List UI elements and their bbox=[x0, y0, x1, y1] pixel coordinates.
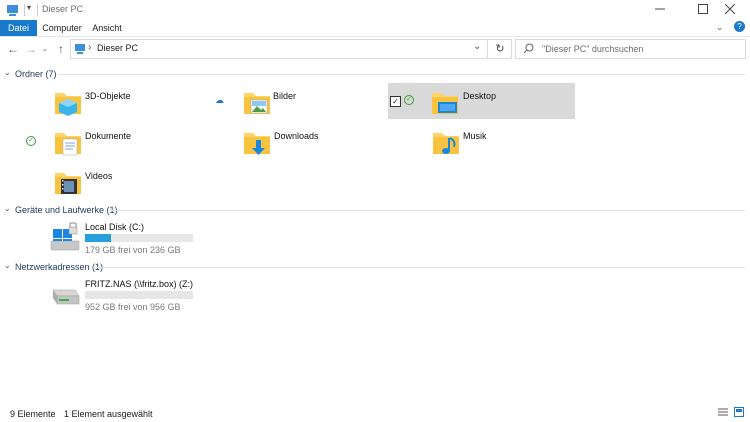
group-header-label: Geräte und Laufwerke (1) bbox=[15, 205, 118, 215]
up-arrow-icon[interactable]: ↑ bbox=[54, 41, 68, 57]
navigation-bar: ← → ⌄ ↑ › Dieser PC ⌄ ↻ "Dieser PC" durc… bbox=[0, 37, 750, 61]
folder-label: Bilder bbox=[273, 91, 297, 101]
music-folder-icon bbox=[431, 127, 461, 160]
downloads-folder-icon bbox=[242, 127, 272, 160]
network-drive-icon bbox=[49, 282, 81, 313]
tab-datei[interactable]: Datei bbox=[0, 20, 37, 36]
drive-free-space: 952 GB frei von 956 GB bbox=[85, 302, 181, 312]
folder-desktop[interactable]: ✓ ✓ Desktop bbox=[388, 83, 575, 119]
tiles-view-icon[interactable] bbox=[734, 407, 744, 419]
drive-local-disk-c[interactable]: Local Disk (C:) 179 GB frei von 236 GB bbox=[49, 219, 199, 255]
drive-label: Local Disk (C:) bbox=[85, 222, 145, 232]
item-count: 9 Elemente bbox=[10, 409, 56, 419]
checkbox-icon[interactable]: ✓ bbox=[390, 96, 401, 107]
sync-check-icon: ✓ bbox=[404, 95, 414, 105]
collapse-chevron-icon[interactable]: ⌄ bbox=[4, 261, 11, 270]
ribbon-tabs: Datei Computer Ansicht ⌄ ? bbox=[0, 20, 750, 37]
folder-dokumente[interactable]: ✓ Dokumente bbox=[24, 123, 234, 159]
close-button[interactable] bbox=[710, 0, 750, 20]
group-header-network[interactable]: ⌄ Netzwerkadressen (1) bbox=[0, 260, 745, 274]
folder-label: Downloads bbox=[274, 131, 319, 141]
folder-label: 3D-Objekte bbox=[85, 91, 131, 101]
minimize-icon bbox=[655, 8, 665, 10]
search-icon bbox=[523, 43, 534, 57]
collapse-chevron-icon[interactable]: ⌄ bbox=[4, 68, 11, 77]
address-dropdown-icon[interactable]: ⌄ bbox=[473, 41, 481, 52]
recent-dropdown-icon[interactable]: ⌄ bbox=[38, 41, 52, 57]
refresh-button[interactable]: ↻ bbox=[487, 40, 512, 58]
desktop-folder-icon bbox=[430, 87, 460, 120]
group-header-label: Ordner (7) bbox=[15, 69, 57, 79]
search-input[interactable]: "Dieser PC" durchsuchen bbox=[542, 44, 643, 54]
app-icon[interactable] bbox=[6, 3, 20, 17]
folder-videos[interactable]: Videos bbox=[51, 163, 238, 199]
drive-free-space: 179 GB frei von 236 GB bbox=[85, 245, 181, 255]
sync-check-icon: ✓ bbox=[26, 136, 36, 146]
close-icon bbox=[724, 3, 736, 15]
collapse-chevron-icon[interactable]: ⌄ bbox=[4, 204, 11, 213]
address-bar[interactable]: › Dieser PC ⌄ ↻ bbox=[70, 39, 512, 59]
group-header-folders[interactable]: ⌄ Ordner (7) bbox=[0, 67, 745, 81]
folder-label: Videos bbox=[85, 171, 113, 181]
status-bar: 9 Elemente 1 Element ausgewählt bbox=[0, 402, 750, 422]
folder-3d-objekte[interactable]: 3D-Objekte bbox=[51, 83, 238, 119]
videos-folder-icon bbox=[53, 167, 83, 200]
title-bar: ▾ Dieser PC bbox=[0, 0, 750, 20]
folder-label: Desktop bbox=[463, 91, 497, 101]
folder-musik[interactable]: Musik bbox=[429, 123, 599, 159]
breadcrumb-chevron-icon[interactable]: › bbox=[88, 42, 91, 53]
back-arrow-icon[interactable]: ← bbox=[6, 41, 20, 57]
folder-label: Musik bbox=[463, 131, 487, 141]
drive-usage-bar bbox=[85, 234, 193, 242]
breadcrumb[interactable]: Dieser PC bbox=[97, 43, 138, 53]
group-header-label: Netzwerkadressen (1) bbox=[15, 262, 104, 272]
drive-label: FRITZ.NAS (\\fritz.box) (Z:) bbox=[85, 279, 193, 289]
drive-usage-bar bbox=[85, 291, 193, 299]
pc-icon bbox=[74, 43, 86, 58]
cloud-icon: ☁ bbox=[215, 95, 224, 105]
ribbon-expand-icon[interactable]: ⌄ bbox=[716, 22, 724, 33]
minimize-button[interactable] bbox=[640, 0, 680, 20]
folder-bilder[interactable]: ☁ Bilder bbox=[213, 83, 383, 119]
tab-ansicht[interactable]: Ansicht bbox=[88, 20, 126, 36]
help-icon[interactable]: ? bbox=[734, 21, 745, 32]
forward-arrow-icon[interactable]: → bbox=[24, 41, 38, 57]
folder-label: Dokumente bbox=[85, 131, 132, 141]
selection-count: 1 Element ausgewählt bbox=[64, 409, 153, 419]
search-box[interactable]: "Dieser PC" durchsuchen bbox=[515, 39, 746, 59]
group-header-drives[interactable]: ⌄ Geräte und Laufwerke (1) bbox=[0, 203, 745, 217]
refresh-icon: ↻ bbox=[495, 43, 505, 55]
details-view-icon[interactable] bbox=[718, 408, 728, 419]
drive-fritz-nas[interactable]: FRITZ.NAS (\\fritz.box) (Z:) 952 GB frei… bbox=[49, 276, 199, 312]
drive-usage-fill bbox=[85, 234, 111, 242]
tab-computer[interactable]: Computer bbox=[40, 20, 84, 36]
folder-downloads[interactable]: Downloads bbox=[240, 123, 410, 159]
local-disk-icon bbox=[49, 221, 81, 256]
3d-objects-folder-icon bbox=[53, 87, 83, 120]
window-title: Dieser PC bbox=[42, 4, 84, 14]
documents-folder-icon bbox=[53, 127, 83, 160]
maximize-icon bbox=[698, 4, 708, 14]
qat-down-icon[interactable]: ▾ bbox=[27, 3, 31, 12]
pictures-folder-icon bbox=[242, 87, 272, 120]
